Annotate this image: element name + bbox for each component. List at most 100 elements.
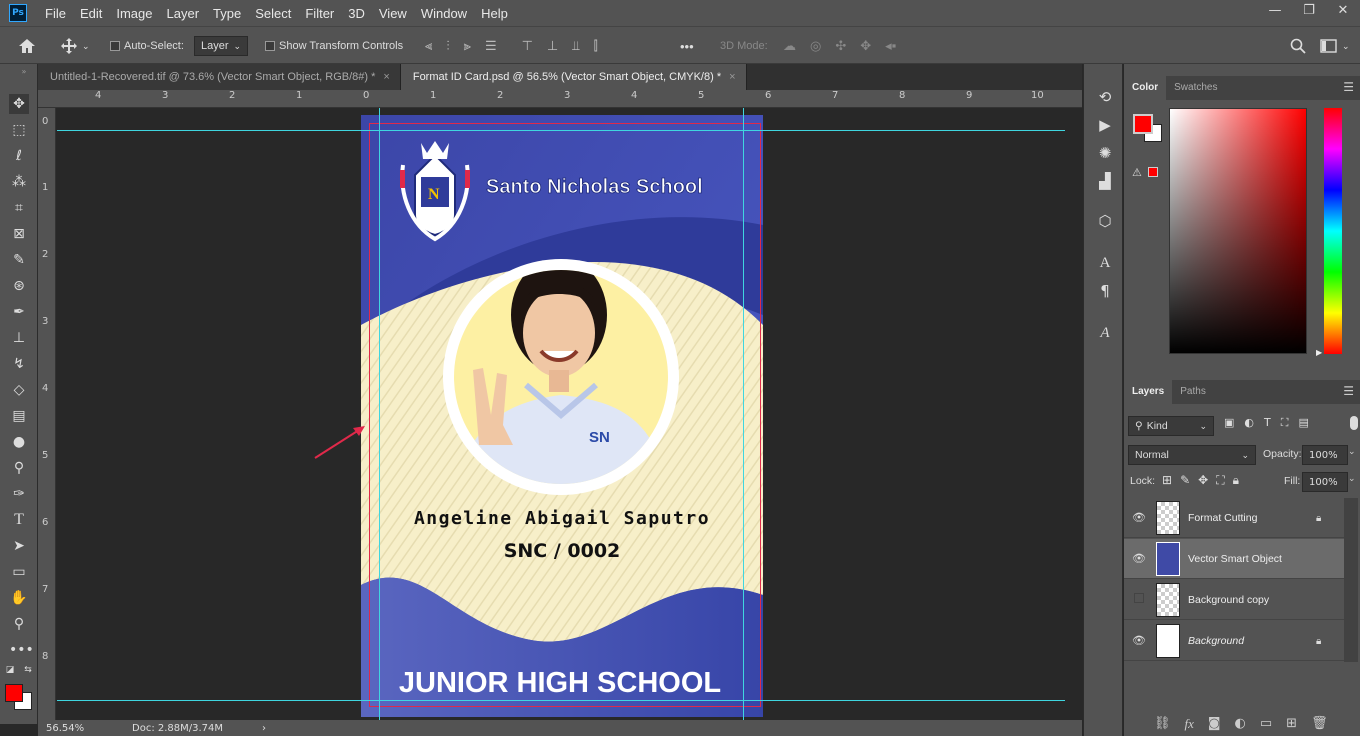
fill-input[interactable]: 100% bbox=[1302, 472, 1348, 492]
path-selection-tool-icon[interactable]: ➤ bbox=[9, 536, 29, 556]
transform-controls-option[interactable]: Show Transform Controls bbox=[265, 27, 403, 65]
properties-icon[interactable]: ✺ bbox=[1094, 142, 1116, 164]
search-icon[interactable] bbox=[1290, 27, 1306, 65]
lock-image-icon[interactable]: ✎ bbox=[1180, 473, 1190, 488]
menu-image[interactable]: Image bbox=[116, 6, 152, 21]
vertical-ruler[interactable]: 0 1 2 3 4 5 6 7 8 bbox=[38, 108, 56, 720]
gradient-tool-icon[interactable]: ▤ bbox=[9, 406, 29, 426]
filter-type-icon[interactable]: T bbox=[1264, 416, 1271, 430]
canvas-area[interactable]: SN N Santo Nicholas School Angeline Abig… bbox=[57, 108, 1065, 720]
adjustment-layer-icon[interactable]: ◐ bbox=[1235, 716, 1246, 732]
paragraph-panel-icon[interactable]: ¶ bbox=[1094, 280, 1116, 302]
more-options-button[interactable]: ••• bbox=[680, 27, 694, 65]
tab-paths[interactable]: Paths bbox=[1172, 380, 1214, 404]
filter-adjustment-icon[interactable]: ◐ bbox=[1244, 416, 1254, 430]
hand-tool-icon[interactable]: ✋ bbox=[9, 588, 29, 608]
layer-filter-kind-dropdown[interactable]: ⚲ Kind ⌄ bbox=[1128, 416, 1214, 436]
eraser-tool-icon[interactable]: ◇ bbox=[9, 380, 29, 400]
tab-layers[interactable]: Layers bbox=[1124, 380, 1173, 404]
healing-brush-tool-icon[interactable]: ⊛ bbox=[9, 276, 29, 296]
filter-shape-icon[interactable]: ⛶ bbox=[1281, 416, 1289, 430]
home-icon[interactable] bbox=[18, 27, 36, 65]
close-tab-icon[interactable]: × bbox=[729, 71, 735, 83]
layer-format-cutting[interactable]: 👁︎ Format Cutting 🔒︎ bbox=[1124, 498, 1344, 538]
filter-pixel-icon[interactable]: ▣ bbox=[1224, 416, 1234, 430]
distribute-horizontal-icon[interactable]: ⫿ bbox=[594, 38, 598, 54]
chevron-down-icon[interactable]: ⌄ bbox=[1348, 447, 1356, 457]
history-brush-tool-icon[interactable]: ↯ bbox=[9, 354, 29, 374]
3d-slide-icon[interactable]: ✥ bbox=[860, 38, 871, 54]
histogram-icon[interactable]: ▟ bbox=[1094, 170, 1116, 192]
clone-stamp-tool-icon[interactable]: ⊥ bbox=[9, 328, 29, 348]
tab-format-id-card[interactable]: Format ID Card.psd @ 56.5% (Vector Smart… bbox=[400, 64, 747, 90]
opacity-input[interactable]: 100% bbox=[1302, 445, 1348, 465]
align-right-icon[interactable]: ⫸ bbox=[464, 38, 471, 54]
menu-edit[interactable]: Edit bbox=[80, 6, 102, 21]
blend-mode-dropdown[interactable]: Normal ⌄ bbox=[1128, 445, 1256, 465]
align-center-icon[interactable]: ⫶ bbox=[446, 38, 449, 54]
tab-swatches[interactable]: Swatches bbox=[1166, 76, 1225, 100]
move-tool-icon[interactable]: ✥ bbox=[9, 94, 29, 114]
marquee-tool-icon[interactable]: ⬚ bbox=[9, 120, 29, 140]
guide-line[interactable] bbox=[57, 700, 1065, 701]
foreground-color-chip[interactable] bbox=[1133, 114, 1153, 134]
new-group-icon[interactable]: ▭ bbox=[1260, 716, 1272, 732]
default-colors-icon[interactable]: ◪ bbox=[4, 664, 16, 676]
hue-slider[interactable] bbox=[1324, 108, 1342, 354]
hue-slider-handle-icon[interactable]: ▶ bbox=[1316, 348, 1322, 357]
align-top-icon[interactable]: ☰ bbox=[485, 38, 497, 54]
collapse-icon[interactable]: » bbox=[14, 68, 34, 76]
menu-select[interactable]: Select bbox=[255, 6, 291, 21]
rectangle-tool-icon[interactable]: ▭ bbox=[9, 562, 29, 582]
menu-window[interactable]: Window bbox=[421, 6, 467, 21]
history-icon[interactable]: ⟲ bbox=[1094, 86, 1116, 108]
lock-position-icon[interactable]: ✥ bbox=[1198, 473, 1208, 488]
auto-select-target-dropdown[interactable]: Layer ⌄ bbox=[194, 27, 248, 65]
eyedropper-tool-icon[interactable]: ✎ bbox=[9, 250, 29, 270]
character-panel-icon[interactable]: A bbox=[1094, 252, 1116, 274]
distribute-center-icon[interactable]: ⊥ bbox=[547, 38, 558, 54]
lock-artboard-icon[interactable]: ⛶ bbox=[1216, 473, 1224, 488]
tab-untitled-recovered[interactable]: Untitled-1-Recovered.tif @ 73.6% (Vector… bbox=[38, 64, 401, 90]
id-card-document[interactable]: SN N Santo Nicholas School Angeline Abig… bbox=[361, 115, 763, 717]
guide-line[interactable] bbox=[57, 130, 1065, 131]
magic-wand-tool-icon[interactable]: ⁂ bbox=[9, 172, 29, 192]
panel-menu-icon[interactable]: ☰ bbox=[1343, 80, 1354, 94]
panel-menu-icon[interactable]: ☰ bbox=[1343, 384, 1354, 398]
menu-filter[interactable]: Filter bbox=[305, 6, 334, 21]
zoom-level[interactable]: 56.54% bbox=[46, 723, 106, 734]
layers-scrollbar[interactable] bbox=[1344, 498, 1358, 662]
link-layers-icon[interactable]: ⛓ bbox=[1154, 716, 1171, 732]
distribute-top-icon[interactable]: ⊤ bbox=[522, 38, 533, 54]
foreground-color-swatch[interactable] bbox=[5, 684, 23, 702]
zoom-tool-icon[interactable]: ⚲ bbox=[9, 614, 29, 634]
guide-line[interactable] bbox=[379, 108, 380, 720]
chevron-down-icon[interactable]: ⌄ bbox=[1348, 474, 1356, 484]
color-field[interactable] bbox=[1169, 108, 1307, 354]
restore-button[interactable]: ❐ bbox=[1292, 0, 1326, 22]
menu-file[interactable]: File bbox=[45, 6, 66, 21]
3d-roll-icon[interactable]: ◎ bbox=[810, 38, 821, 54]
frame-tool-icon[interactable]: ⊠ bbox=[9, 224, 29, 244]
menu-layer[interactable]: Layer bbox=[167, 6, 200, 21]
align-left-icon[interactable]: ⫷ bbox=[425, 38, 432, 54]
status-menu-arrow-icon[interactable]: › bbox=[262, 723, 266, 734]
3d-panel-icon[interactable]: ⬡ bbox=[1094, 210, 1116, 232]
move-tool-preset-icon[interactable]: ⌄ bbox=[60, 27, 90, 65]
crop-tool-icon[interactable]: ⌗ bbox=[9, 198, 29, 218]
auto-select-option[interactable]: Auto-Select: bbox=[110, 27, 184, 65]
dodge-tool-icon[interactable]: ⚲ bbox=[9, 458, 29, 478]
layer-background[interactable]: 👁︎ Background 🔒︎ bbox=[1124, 621, 1344, 661]
distribute-bottom-icon[interactable]: ⫫ bbox=[572, 38, 579, 54]
layer-background-copy[interactable]: Background copy bbox=[1124, 580, 1344, 620]
lock-transparent-icon[interactable]: ⊞ bbox=[1162, 473, 1172, 488]
visibility-toggle-off[interactable] bbox=[1132, 593, 1146, 606]
3d-pan-icon[interactable]: ✣ bbox=[835, 38, 846, 54]
edit-toolbar-icon[interactable]: ••• bbox=[9, 640, 34, 660]
new-layer-icon[interactable]: ⊞ bbox=[1286, 716, 1297, 732]
type-tool-icon[interactable]: T bbox=[9, 510, 29, 530]
tab-color[interactable]: Color bbox=[1124, 76, 1167, 100]
workspace-icon[interactable]: ⌄ bbox=[1320, 27, 1350, 65]
lasso-tool-icon[interactable]: ℓ bbox=[9, 146, 29, 166]
layer-style-icon[interactable]: fx bbox=[1185, 716, 1194, 732]
